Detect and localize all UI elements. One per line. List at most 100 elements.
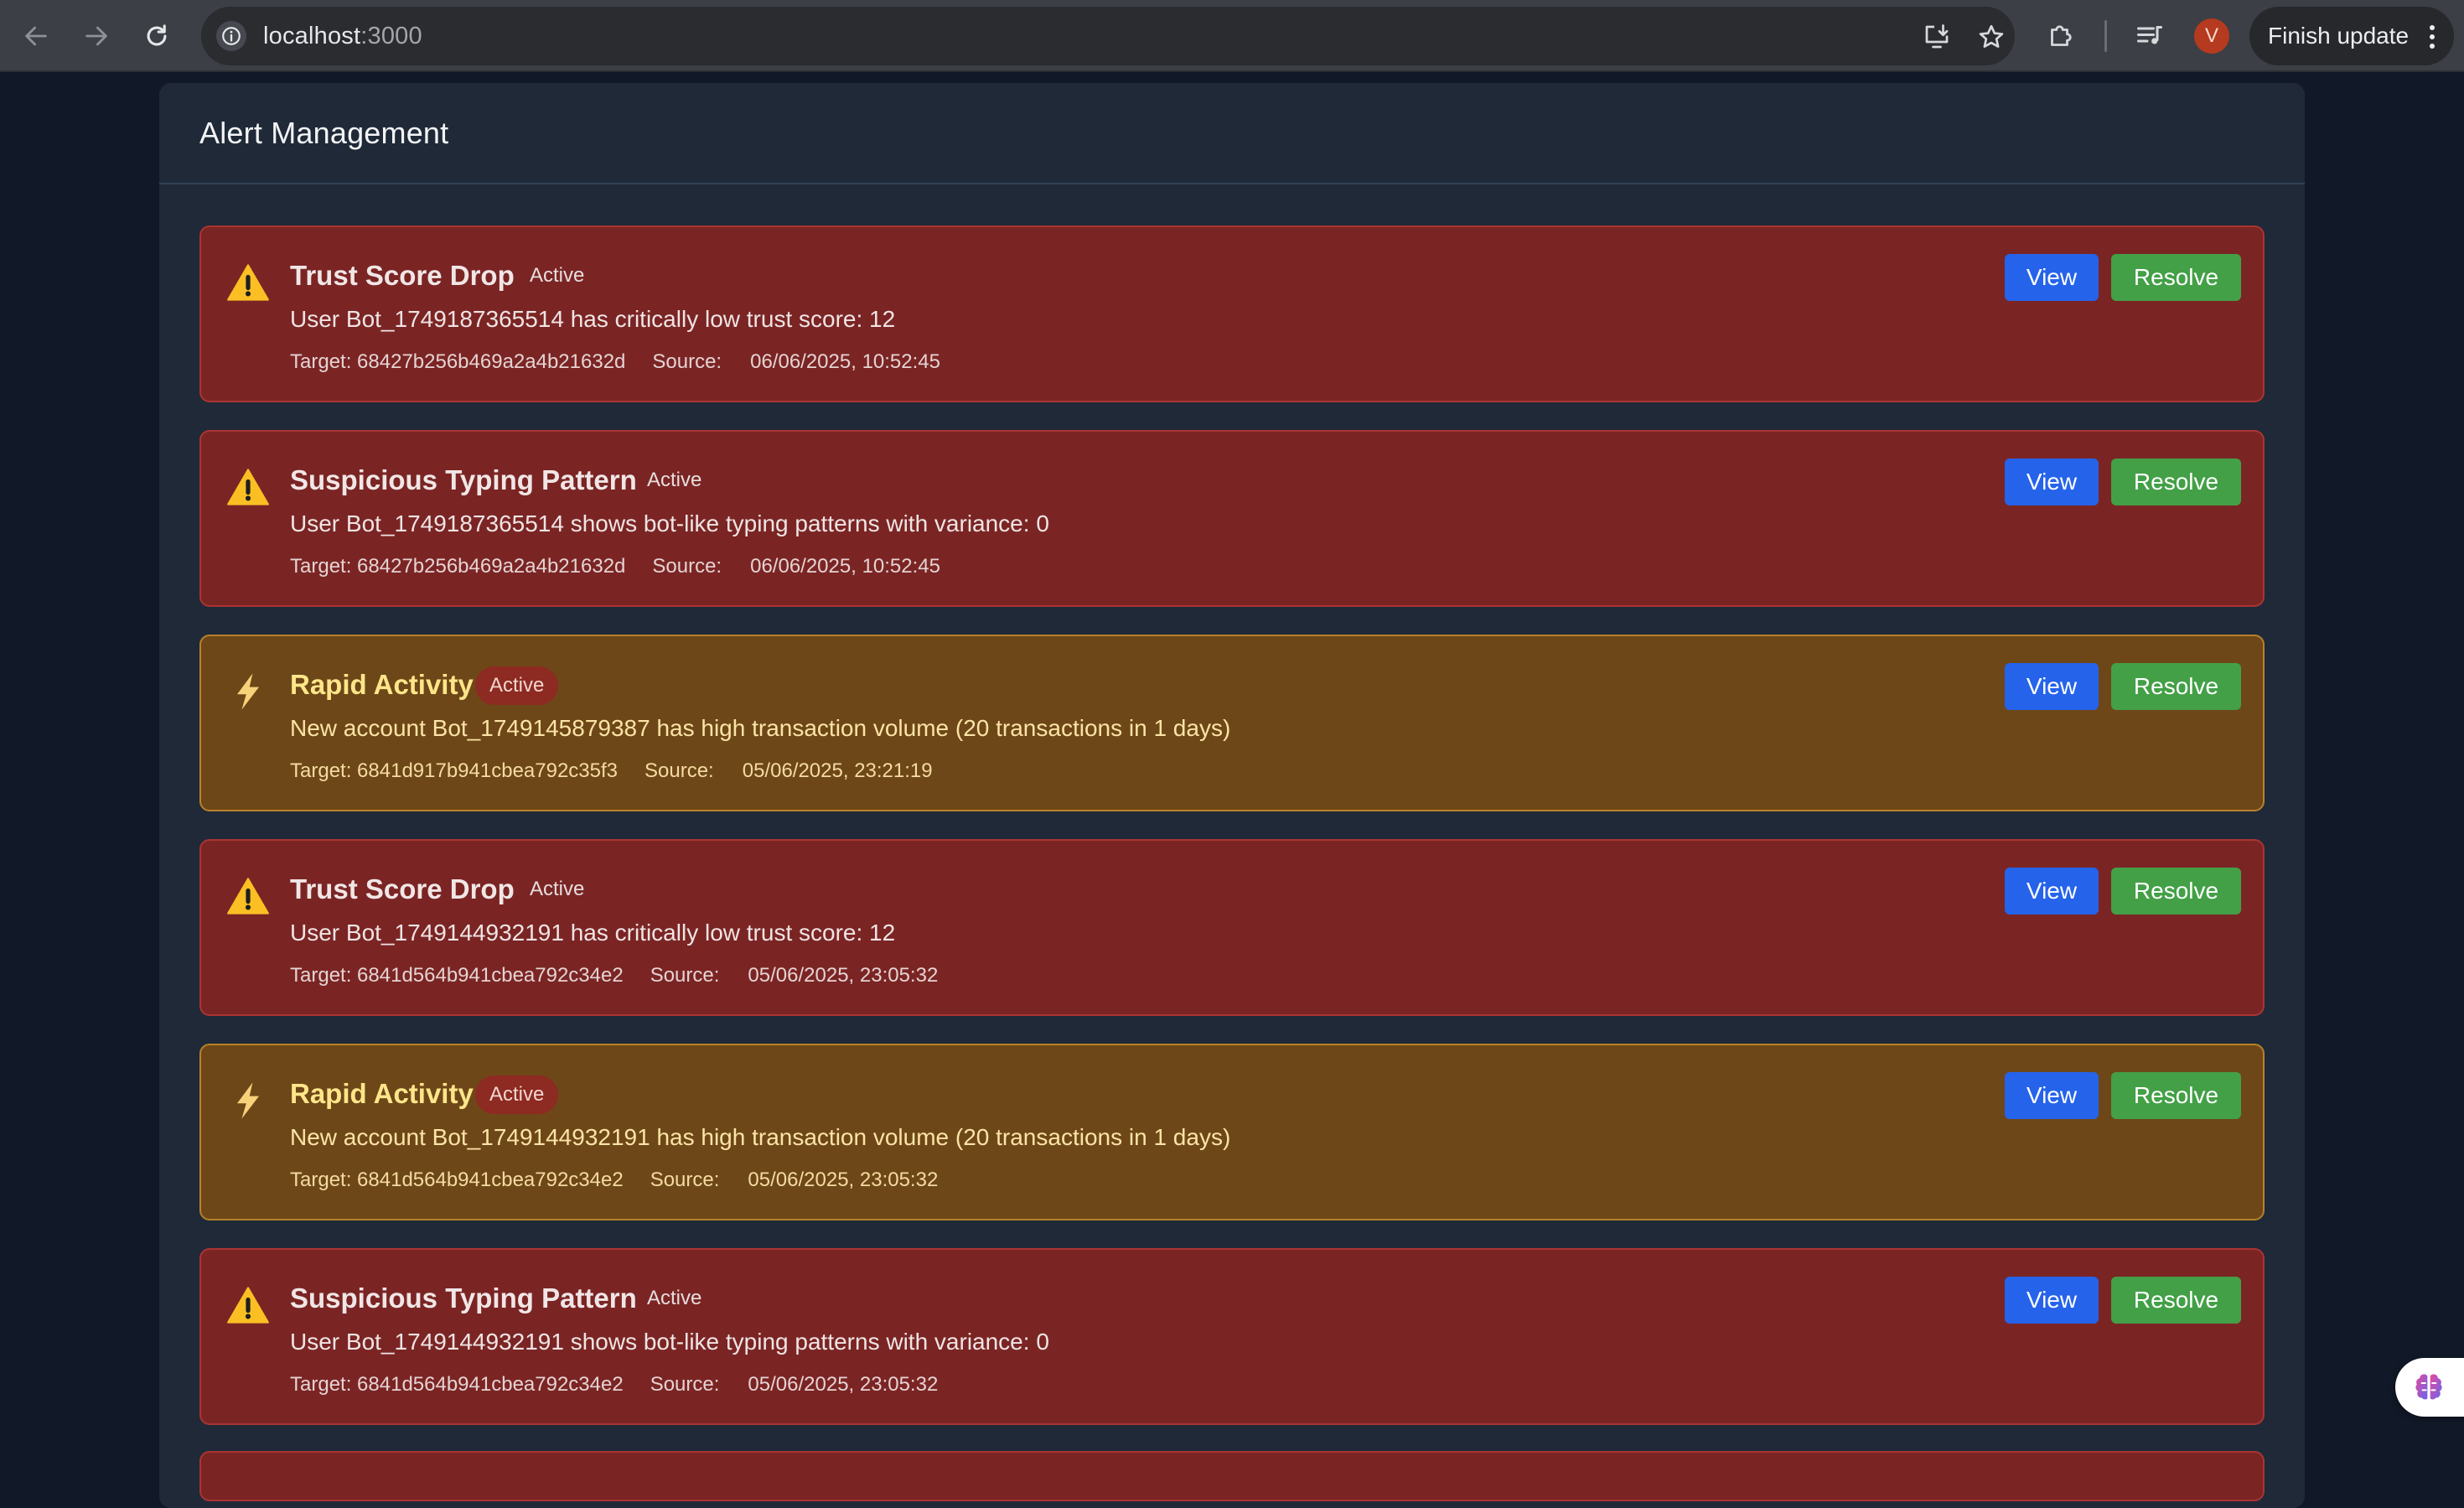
alert-target-id: 68427b256b469a2a4b21632d [357,350,626,373]
alert-timestamp: 05/06/2025, 23:05:32 [748,1373,939,1396]
page-title: Alert Management [199,115,449,150]
source-label: Source: [650,964,720,987]
alert-target-id: 6841d564b941cbea792c34e2 [357,964,624,987]
alert-title: Rapid Activity [290,1078,474,1109]
alert-timestamp: 06/06/2025, 10:52:45 [750,350,940,373]
alert-message: New account Bot_1749144932191 has high t… [290,1124,1231,1150]
more-vert-icon [2430,25,2435,49]
alert-message: User Bot_1749187365514 shows bot-like ty… [290,510,1049,536]
site-info-button[interactable] [216,21,246,51]
view-button[interactable]: View [2005,459,2099,505]
alert-title: Trust Score Drop [290,260,515,291]
resolve-button[interactable]: Resolve [2111,868,2241,915]
alert-card: Trust Score Drop Active User Bot_1749187… [199,225,2265,402]
alert-meta: Target: 6841d564b941cbea792c34e2 Source: 0… [290,1372,938,1397]
target-label: Target: [290,1373,358,1396]
alert-title: Suspicious Typing Pattern [290,464,637,495]
alert-message: User Bot_1749144932191 shows bot-like ty… [290,1329,1049,1355]
alert-message: User Bot_1749144932191 has critically lo… [290,920,896,946]
alert-list: Trust Score Drop Active User Bot_1749187… [199,225,2265,1453]
alert-management-panel: Alert Management Trust Score Drop Active… [159,83,2305,1508]
finish-update-button[interactable]: Finish update [2249,7,2454,65]
source-label: Source: [650,1373,720,1396]
alert-meta: Target: 6841d917b941cbea792c35f3 Source: 0… [290,759,933,784]
alert-timestamp: 06/06/2025, 10:52:45 [750,555,940,578]
alert-target-id: 6841d917b941cbea792c35f3 [357,759,619,782]
alert-card: Rapid Activity Active New account Bot_17… [199,1044,2265,1220]
status-badge: Active [530,264,585,287]
arrow-left-icon [25,26,47,46]
star-icon [1979,24,2004,48]
view-button[interactable]: View [2005,1072,2099,1119]
forward-button[interactable] [75,15,117,57]
lightning-icon [226,1079,270,1122]
install-app-button[interactable] [1920,20,1954,54]
view-button[interactable]: View [2005,663,2099,710]
status-badge: Active [647,469,702,491]
profile-avatar[interactable]: V [2194,18,2229,54]
reload-icon [147,24,167,46]
status-badge: Active [647,1287,702,1309]
source-label: Source: [652,555,722,578]
alert-message: User Bot_1749187365514 has critically lo… [290,306,896,332]
target-label: Target: [290,350,358,373]
view-button[interactable]: View [2005,1277,2099,1324]
extensions-button[interactable] [2040,15,2082,57]
back-button[interactable] [15,15,57,57]
finish-update-label: Finish update [2268,23,2410,49]
reload-button[interactable] [136,15,178,57]
source-label: Source: [650,1169,720,1191]
target-label: Target: [290,555,358,578]
bookmark-button[interactable] [1975,20,2008,54]
panel-header: Alert Management [159,83,2305,184]
resolve-button[interactable]: Resolve [2111,1072,2241,1119]
alert-title: Suspicious Typing Pattern [290,1283,637,1314]
alert-meta: Target: 6841d564b941cbea792c34e2 Source: 0… [290,963,938,988]
info-icon [222,27,241,45]
alert-card: Suspicious Typing Pattern Active User Bo… [199,1248,2265,1425]
alert-card: Rapid Activity Active New account Bot_17… [199,635,2265,811]
alert-meta: Target: 6841d564b941cbea792c34e2 Source: 0… [290,1168,938,1193]
puzzle-icon [2051,25,2072,46]
alert-card-partial [199,1451,2265,1501]
url-text[interactable]: localhost:3000 [263,23,422,49]
view-button[interactable]: View [2005,254,2099,301]
target-label: Target: [290,964,358,987]
warning-triangle-icon [226,874,270,918]
source-label: Source: [644,759,714,782]
media-controls-button[interactable] [2129,15,2171,57]
alert-timestamp: 05/06/2025, 23:05:32 [748,1169,939,1191]
status-badge: Active [475,1075,559,1114]
lightning-icon [226,670,270,713]
brain-icon [2415,1374,2442,1400]
alert-timestamp: 05/06/2025, 23:21:19 [742,759,933,782]
status-badge: Active [475,666,559,705]
target-label: Target: [290,1169,358,1191]
resolve-button[interactable]: Resolve [2111,663,2241,710]
resolve-button[interactable]: Resolve [2111,459,2241,505]
target-label: Target: [290,759,358,782]
alert-meta: Target: 68427b256b469a2a4b21632d Source: 0… [290,554,940,579]
install-app-icon [1925,24,1949,49]
url-port: :3000 [360,23,422,49]
alert-target-id: 6841d564b941cbea792c34e2 [357,1373,624,1396]
resolve-button[interactable]: Resolve [2111,1277,2241,1324]
alert-timestamp: 05/06/2025, 23:05:32 [748,964,939,987]
warning-triangle-icon [226,465,270,509]
url-host: localhost [263,23,361,49]
alert-target-id: 68427b256b469a2a4b21632d [357,555,626,578]
alert-card: Suspicious Typing Pattern Active User Bo… [199,430,2265,607]
warning-triangle-icon [226,261,270,304]
view-button[interactable]: View [2005,868,2099,915]
alert-target-id: 6841d564b941cbea792c34e2 [357,1169,624,1191]
assistant-fab[interactable] [2395,1358,2464,1417]
alert-title: Trust Score Drop [290,873,515,904]
arrow-right-icon [85,26,107,46]
resolve-button[interactable]: Resolve [2111,254,2241,301]
warning-triangle-icon [226,1283,270,1327]
playlist-icon [2137,26,2162,44]
source-label: Source: [652,350,722,373]
address-bar[interactable]: localhost:3000 [201,7,2015,65]
alert-card: Trust Score Drop Active User Bot_1749144… [199,839,2265,1016]
alert-meta: Target: 68427b256b469a2a4b21632d Source: 0… [290,350,940,375]
